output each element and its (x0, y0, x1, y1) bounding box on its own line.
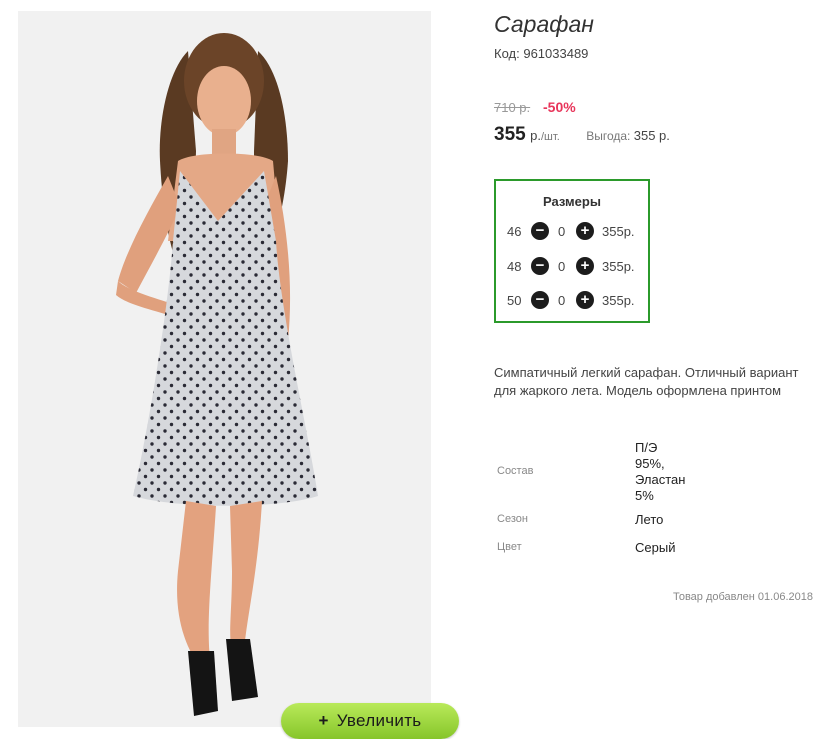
product-photo[interactable] (18, 11, 431, 727)
date-added: Товар добавлен 01.06.2018 (672, 591, 813, 603)
size-quantity: 0 (558, 259, 566, 274)
spec-value-color: Серый (635, 540, 676, 555)
price-currency: р. (530, 128, 541, 143)
size-quantity: 0 (558, 224, 566, 239)
product-description: Симпатичный легкий сарафан. Отличный вар… (494, 365, 799, 398)
product-code: Код: 961033489 (494, 46, 588, 61)
sizes-title: Размеры (543, 194, 601, 209)
price-per-unit: /шт. (541, 131, 560, 143)
discount-badge: -50% (543, 99, 576, 115)
price-unit: р./шт. (530, 128, 560, 143)
spec-line: П/Э (635, 440, 658, 455)
sizes-panel: Размеры 46 − 0 + 355р. 48 − 0 + 355р. 50… (494, 179, 650, 323)
minus-circle-icon[interactable]: − (531, 291, 549, 309)
size-value: 46 (507, 224, 522, 239)
size-price: 355р. (602, 259, 635, 274)
size-row: 48 − 0 + 355р. (496, 257, 648, 277)
old-price: 710 р. (494, 100, 531, 115)
size-price: 355р. (602, 224, 635, 239)
size-value: 48 (507, 259, 522, 274)
spec-label-color: Цвет (497, 541, 522, 553)
product-code-value: 961033489 (523, 46, 589, 61)
spec-line: Эластан (635, 472, 686, 487)
dress-model-image (116, 33, 318, 716)
price-line: 355 р./шт. Выгода: 355 р. (494, 124, 670, 146)
size-row: 50 − 0 + 355р. (496, 291, 648, 311)
spec-value-season: Лето (635, 512, 664, 527)
product-code-label: Код: (494, 46, 520, 61)
size-price: 355р. (602, 293, 635, 308)
benefit-label: Выгода: (586, 129, 631, 143)
spec-value-composition: П/Э 95%, Эластан 5% (635, 440, 685, 504)
minus-circle-icon[interactable]: − (531, 257, 549, 275)
plus-icon: + (318, 711, 329, 730)
size-row: 46 − 0 + 355р. (496, 222, 648, 242)
plus-circle-icon[interactable]: + (576, 222, 594, 240)
current-price: 355 (494, 124, 526, 145)
size-quantity: 0 (558, 293, 566, 308)
plus-circle-icon[interactable]: + (576, 291, 594, 309)
benefit: Выгода: 355 р. (586, 128, 670, 143)
spec-label-season: Сезон (497, 513, 528, 525)
spec-line: 5% (635, 488, 654, 503)
benefit-value: 355 р. (633, 128, 670, 143)
product-title: Сарафан (494, 11, 594, 37)
minus-circle-icon[interactable]: − (531, 222, 549, 240)
size-value: 50 (507, 293, 522, 308)
plus-circle-icon[interactable]: + (576, 257, 594, 275)
spec-label-composition: Состав (497, 465, 534, 477)
zoom-button[interactable]: + Увеличить (281, 703, 459, 739)
zoom-button-label: Увеличить (336, 711, 422, 730)
spec-line: 95%, (635, 456, 665, 471)
